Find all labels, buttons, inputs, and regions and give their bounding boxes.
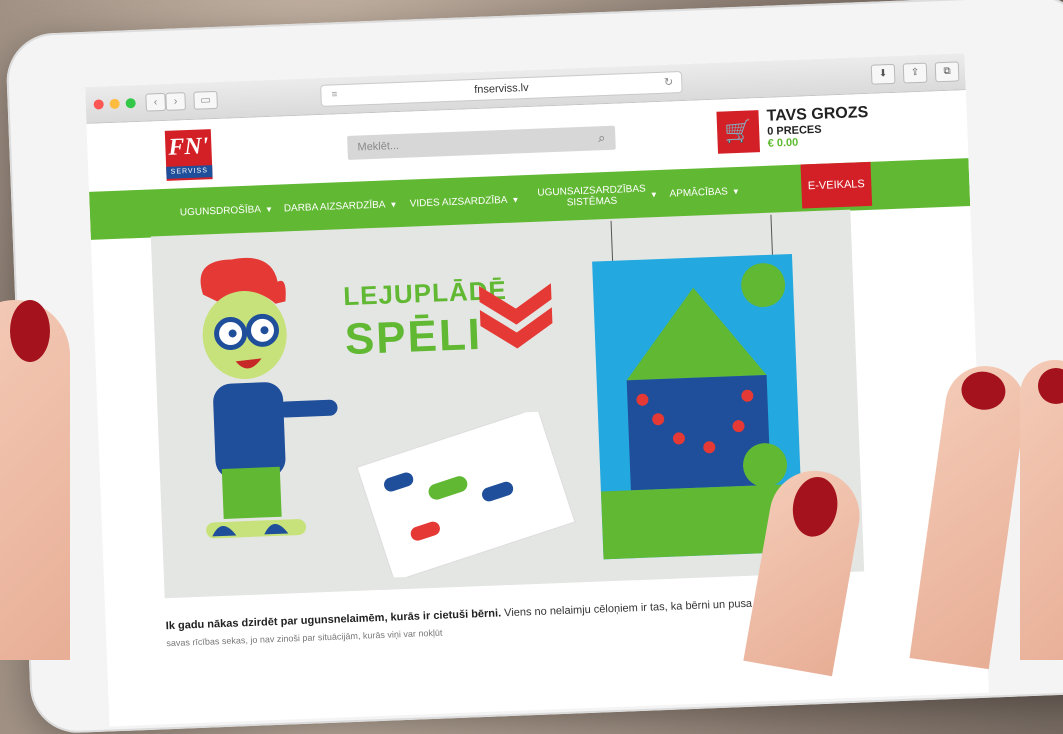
search-placeholder: Meklēt... [357, 139, 400, 154]
chevron-down-icon: ▼ [731, 186, 740, 196]
right-fingernail [959, 368, 1008, 413]
printed-game-cards-illustration [356, 410, 576, 579]
browser-window: ‹ › ▭ ≡ fnserviss.lv ↻ ⬇ ⇪ ⧉ FN' SERVISS… [85, 53, 989, 727]
nav-item-label: UGUNSDROŠĪBA [179, 203, 262, 218]
cart-summary[interactable]: TAVS GROZS 0 PRECES € 0.00 [766, 104, 869, 150]
zoom-window-button[interactable] [125, 98, 136, 109]
nav-item-vides-aizsardziba[interactable]: VIDES AIZSARDZĪBA ▼ [409, 175, 520, 227]
logo-subtext: SERVISS [166, 165, 213, 179]
right-thumbnail [788, 473, 843, 541]
left-hand [0, 300, 70, 660]
chevron-down-icon: ▼ [649, 189, 659, 199]
intro-text: Viens no nelaimju cēloņiem ir tas, ka bē… [500, 597, 753, 620]
nav-item-label: VIDES AIZSARDZĪBA [409, 194, 508, 210]
share-icon[interactable]: ⇪ [902, 62, 928, 84]
banner-heading-game: SPĒLI [343, 309, 483, 365]
nav-item-label: DARBA AIZSARDZĪBA [283, 199, 386, 214]
nav-item-ugunsaizsardzibas-sistemas[interactable]: UGUNSAIZSARDZĪBAS SISTĒMAS ▼ [537, 170, 658, 222]
back-arrow-icon[interactable]: ‹ [145, 92, 166, 112]
minimize-window-button[interactable] [109, 98, 120, 110]
chevron-down-icon: ▼ [389, 199, 398, 209]
intro-bold-text: Ik gadu nākas dzirdēt par ugunsnelaimēm,… [165, 607, 502, 633]
fn-serviss-logo[interactable]: FN' SERVISS [164, 129, 213, 181]
reader-icon[interactable]: ≡ [331, 85, 338, 105]
nav-item-label: APMĀCĪBAS [669, 185, 729, 200]
forward-arrow-icon[interactable]: › [165, 92, 186, 111]
search-input[interactable]: Meklēt... ⌕ [347, 125, 616, 160]
chevron-down-icon: ▼ [511, 194, 520, 205]
game-download-banner[interactable]: LEJUPLĀDĒ SPĒLI [150, 209, 865, 599]
right-middle-finger [1020, 360, 1063, 660]
close-window-button[interactable] [93, 99, 104, 110]
reload-icon[interactable]: ↻ [664, 72, 674, 92]
nav-item-ugunsdrosiba[interactable]: UGUNSDROŠĪBA ▼ [179, 185, 274, 237]
nav-item-apmacibas[interactable]: APMĀCĪBAS ▼ [669, 167, 741, 218]
chevron-down-icon [478, 283, 553, 349]
right-fingernail [1038, 368, 1063, 404]
left-thumbnail [10, 300, 50, 362]
download-icon[interactable]: ⬇ [870, 63, 896, 85]
intro-paragraph: Ik gadu nākas dzirdēt par ugunsnelaimēm,… [165, 595, 766, 652]
address-bar[interactable]: ≡ fnserviss.lv ↻ [320, 71, 683, 107]
chevron-down-icon: ▼ [264, 204, 274, 214]
cartoon-boy-illustration [200, 257, 338, 539]
tabs-icon[interactable]: ⧉ [934, 61, 960, 83]
sidebar-icon[interactable]: ▭ [193, 90, 218, 110]
cart-icon[interactable]: 🛒 [716, 110, 761, 154]
logo-text: FN' [167, 133, 209, 161]
nav-item-label: UGUNSAIZSARDZĪBAS SISTĒMAS [537, 183, 646, 209]
intro-text-line2: savas rīcības sekas, jo nav zinoši par s… [166, 627, 443, 649]
url-text: fnserviss.lv [473, 81, 529, 97]
tablet-frame: ‹ › ▭ ≡ fnserviss.lv ↻ ⬇ ⇪ ⧉ FN' SERVISS… [4, 0, 1063, 734]
cart-total: € 0.00 [767, 136, 799, 150]
search-icon[interactable]: ⌕ [598, 126, 606, 150]
e-veikals-button[interactable]: E-VEIKALS [800, 161, 873, 209]
nav-item-darba-aizsardziba[interactable]: DARBA AIZSARDZĪBA ▼ [283, 180, 398, 232]
